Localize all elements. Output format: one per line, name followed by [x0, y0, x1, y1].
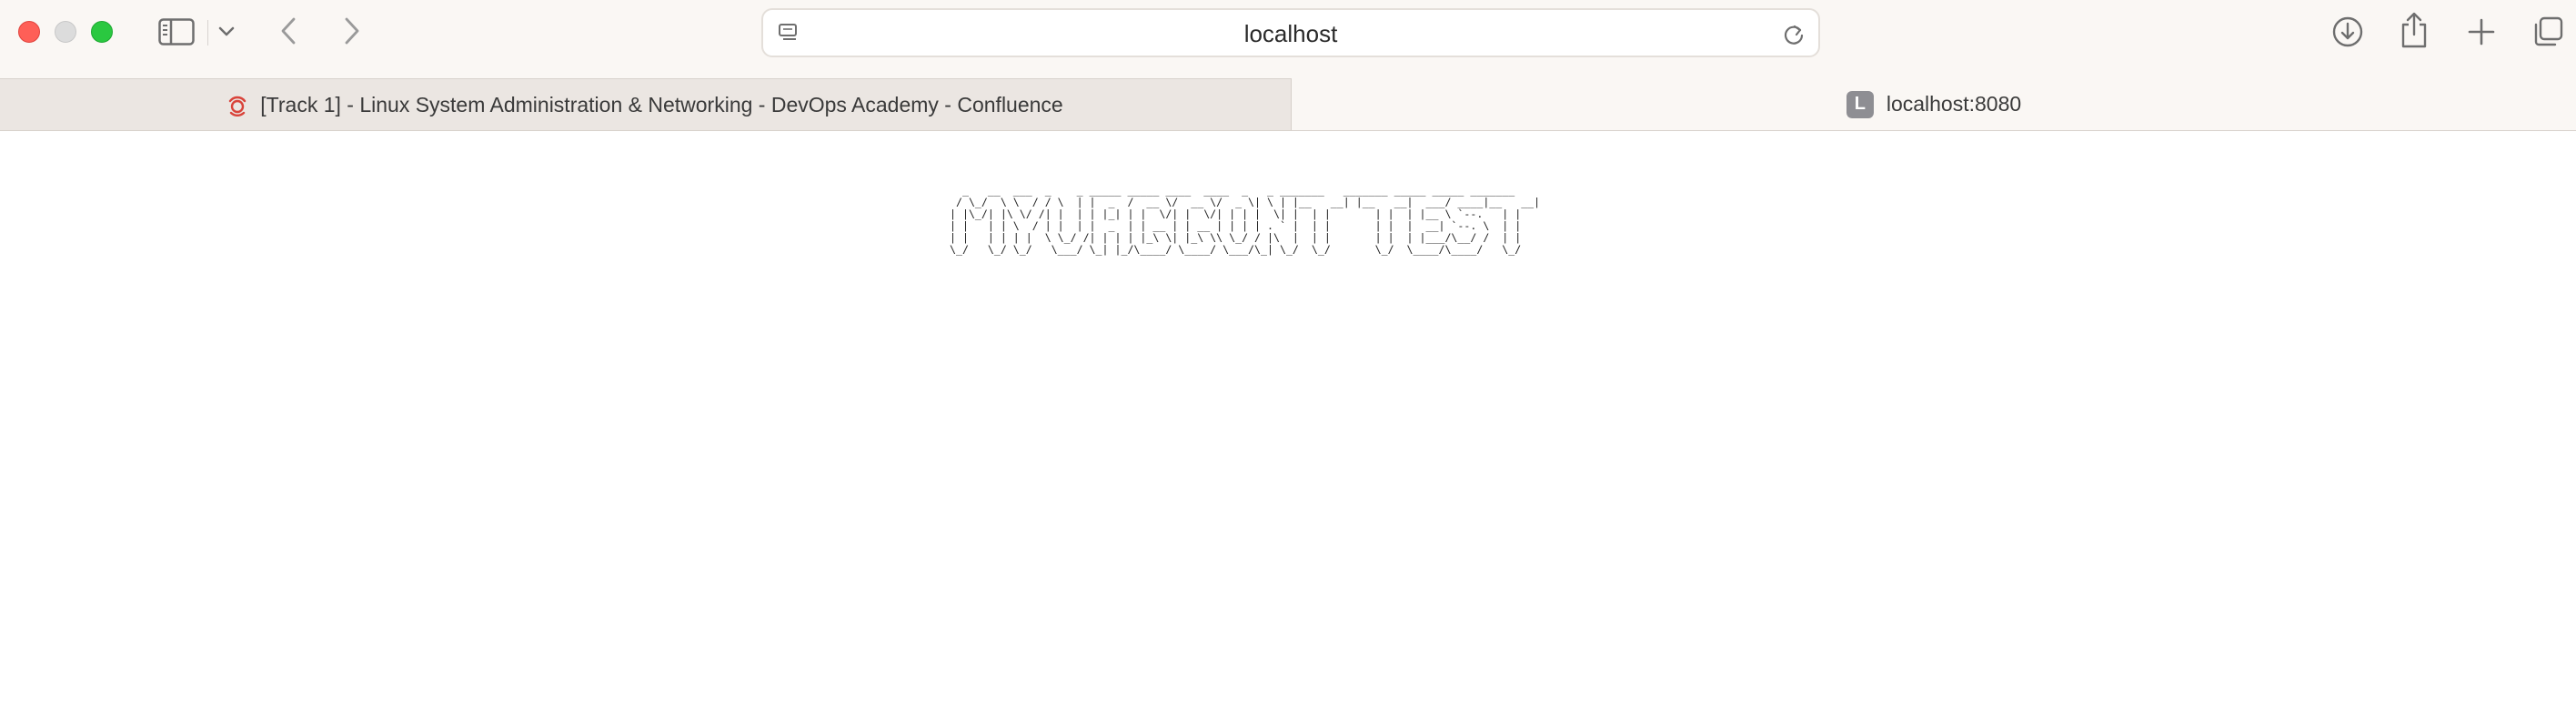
ascii-art-banner: _ __ ___ _ _ _____ _____ ____ ____ _ _ _… [950, 184, 1541, 256]
tab-bar: [Track 1] - Linux System Administration … [0, 78, 2576, 131]
toolbar-divider [207, 20, 208, 46]
browser-window: localhost [Track 1] - Linux System Admin… [0, 0, 2576, 719]
sidebar-toggle-icon[interactable] [156, 15, 196, 48]
back-arrow-icon[interactable] [275, 15, 302, 47]
address-bar[interactable]: localhost [761, 8, 1820, 57]
close-window-button[interactable] [18, 21, 40, 43]
page-content: _ __ ___ _ _ _____ _____ ____ ____ _ _ _… [0, 131, 2576, 719]
download-icon[interactable] [2330, 15, 2365, 49]
tab-localhost[interactable]: L localhost:8080 [1292, 78, 2576, 130]
confluence-icon [227, 93, 247, 116]
share-icon[interactable] [2398, 11, 2430, 49]
minimize-window-button[interactable] [55, 21, 76, 43]
letter-favicon: L [1846, 90, 1874, 118]
forward-arrow-icon[interactable] [338, 15, 366, 47]
tab-title: [Track 1] - Linux System Administration … [260, 92, 1063, 116]
new-tab-plus-icon[interactable] [2465, 15, 2498, 49]
tab-confluence[interactable]: [Track 1] - Linux System Administration … [0, 78, 1292, 130]
letter-favicon-glyph: L [1846, 90, 1874, 118]
reload-icon[interactable] [1782, 23, 1806, 46]
browser-toolbar: localhost [0, 0, 2576, 78]
tab-title: localhost:8080 [1886, 92, 2022, 116]
chevron-down-icon[interactable] [216, 22, 236, 42]
address-url-text[interactable]: localhost [763, 21, 1818, 46]
maximize-window-button[interactable] [91, 21, 113, 43]
tab-overview-icon[interactable] [2531, 15, 2565, 49]
